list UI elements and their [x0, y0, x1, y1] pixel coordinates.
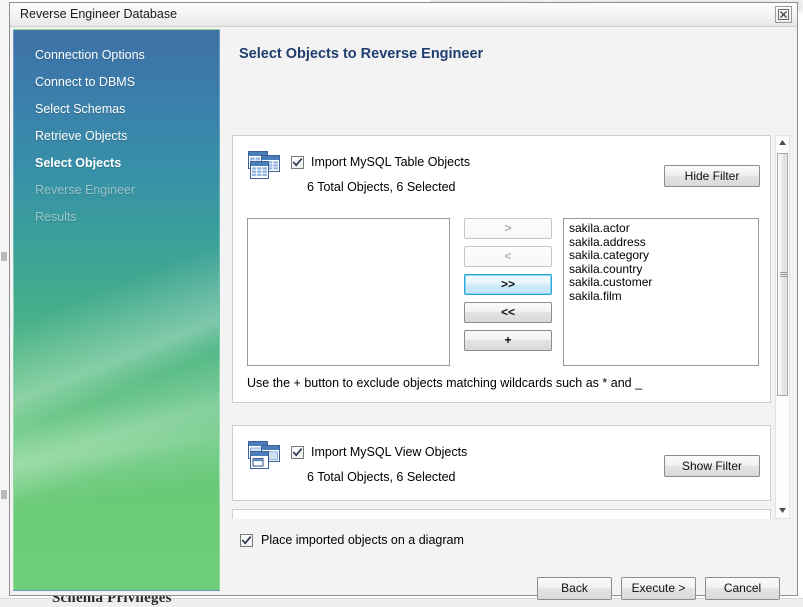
- background-left-edge: [0, 0, 9, 606]
- panels-viewport: Import MySQL Table Objects 6 Total Objec…: [232, 135, 773, 519]
- checkbox-checked-icon: [240, 533, 253, 547]
- reverse-engineer-dialog: Reverse Engineer Database Connection Opt…: [9, 2, 798, 600]
- background-edge-tick: [1, 490, 7, 499]
- next-objects-panel: [232, 509, 771, 519]
- scrollbar-grip-icon: [780, 271, 787, 278]
- sidebar-item-results: Results: [14, 204, 219, 231]
- table-objects-count: 6 Total Objects, 6 Selected: [307, 180, 456, 194]
- show-filter-button[interactable]: Show Filter: [664, 455, 760, 477]
- panels-scroll-area: Import MySQL Table Objects 6 Total Objec…: [232, 135, 790, 519]
- wildcard-hint: Use the + button to exclude objects matc…: [247, 376, 643, 390]
- caret-up-icon[interactable]: [776, 136, 789, 150]
- include-objects-listbox[interactable]: sakila.actor sakila.address sakila.categor…: [563, 218, 759, 366]
- import-view-objects-label: Import MySQL View Objects: [311, 445, 468, 459]
- wizard-content: Select Objects to Reverse Engineer Impor…: [222, 29, 794, 600]
- transfer-buttons: > < >> << +: [464, 218, 552, 358]
- view-objects-count: 6 Total Objects, 6 Selected: [307, 470, 456, 484]
- sidebar-item-label: Reverse Engineer: [35, 183, 136, 197]
- sidebar-item-retrieve-objects[interactable]: Retrieve Objects: [14, 123, 219, 150]
- sidebar-item-label: Results: [35, 210, 77, 224]
- place-on-diagram-checkbox[interactable]: Place imported objects on a diagram: [240, 533, 464, 547]
- sidebar-item-label: Connect to DBMS: [35, 75, 136, 89]
- back-button[interactable]: Back: [537, 577, 612, 600]
- wizard-steps: Connection Options Connect to DBMS Selec…: [14, 30, 219, 231]
- checkbox-checked-icon: [291, 155, 304, 169]
- sidebar-item-label: Connection Options: [35, 48, 145, 62]
- dialog-body: Connection Options Connect to DBMS Selec…: [10, 27, 797, 600]
- background-edge-tick: [1, 252, 7, 261]
- list-item[interactable]: sakila.category: [564, 248, 758, 263]
- view-objects-panel: Import MySQL View Objects 6 Total Object…: [232, 425, 771, 501]
- include-objects-rows: sakila.actor sakila.address sakila.categor…: [564, 219, 758, 303]
- sidebar-item-reverse-engineer: Reverse Engineer: [14, 177, 219, 204]
- import-view-objects-checkbox[interactable]: Import MySQL View Objects: [291, 445, 467, 459]
- dialog-title: Reverse Engineer Database: [20, 7, 178, 21]
- close-icon[interactable]: [775, 6, 792, 23]
- caret-down-icon[interactable]: [776, 504, 789, 518]
- cancel-button[interactable]: Cancel: [705, 577, 780, 600]
- hide-filter-button[interactable]: Hide Filter: [664, 165, 760, 187]
- list-item[interactable]: sakila.country: [564, 262, 758, 277]
- sidebar-item-label: Retrieve Objects: [35, 129, 128, 143]
- checkbox-checked-icon: [291, 445, 304, 459]
- move-all-left-button[interactable]: <<: [464, 302, 552, 323]
- exclude-objects-listbox[interactable]: [247, 218, 450, 366]
- list-item[interactable]: sakila.film: [564, 289, 758, 304]
- move-left-button[interactable]: <: [464, 246, 552, 267]
- move-all-right-button[interactable]: >>: [464, 274, 552, 295]
- wizard-sidebar: Connection Options Connect to DBMS Selec…: [13, 29, 220, 591]
- sidebar-item-connect-to-dbms[interactable]: Connect to DBMS: [14, 69, 219, 96]
- place-on-diagram-label: Place imported objects on a diagram: [261, 533, 464, 547]
- dialog-titlebar: Reverse Engineer Database: [10, 3, 797, 27]
- sidebar-item-connection-options[interactable]: Connection Options: [14, 42, 219, 69]
- views-icon: [247, 440, 281, 472]
- execute-button[interactable]: Execute >: [621, 577, 696, 600]
- tables-icon: [247, 150, 281, 182]
- list-item[interactable]: sakila.customer: [564, 275, 758, 290]
- scrollbar-thumb[interactable]: [777, 153, 788, 396]
- sidebar-item-label: Select Objects: [35, 156, 122, 170]
- add-wildcard-button[interactable]: +: [464, 330, 552, 351]
- import-table-objects-label: Import MySQL Table Objects: [311, 155, 471, 169]
- page-title: Select Objects to Reverse Engineer: [239, 46, 484, 62]
- sidebar-item-label: Select Schemas: [35, 102, 126, 116]
- import-table-objects-checkbox[interactable]: Import MySQL Table Objects: [291, 155, 470, 169]
- dialog-action-buttons: Back Execute > Cancel: [537, 577, 780, 600]
- list-item[interactable]: sakila.address: [564, 235, 758, 250]
- sidebar-item-select-objects[interactable]: Select Objects: [14, 150, 219, 177]
- list-item[interactable]: sakila.actor: [564, 221, 758, 236]
- sidebar-item-select-schemas[interactable]: Select Schemas: [14, 96, 219, 123]
- move-right-button[interactable]: >: [464, 218, 552, 239]
- table-objects-panel: Import MySQL Table Objects 6 Total Objec…: [232, 135, 771, 403]
- panels-scrollbar[interactable]: [775, 135, 790, 519]
